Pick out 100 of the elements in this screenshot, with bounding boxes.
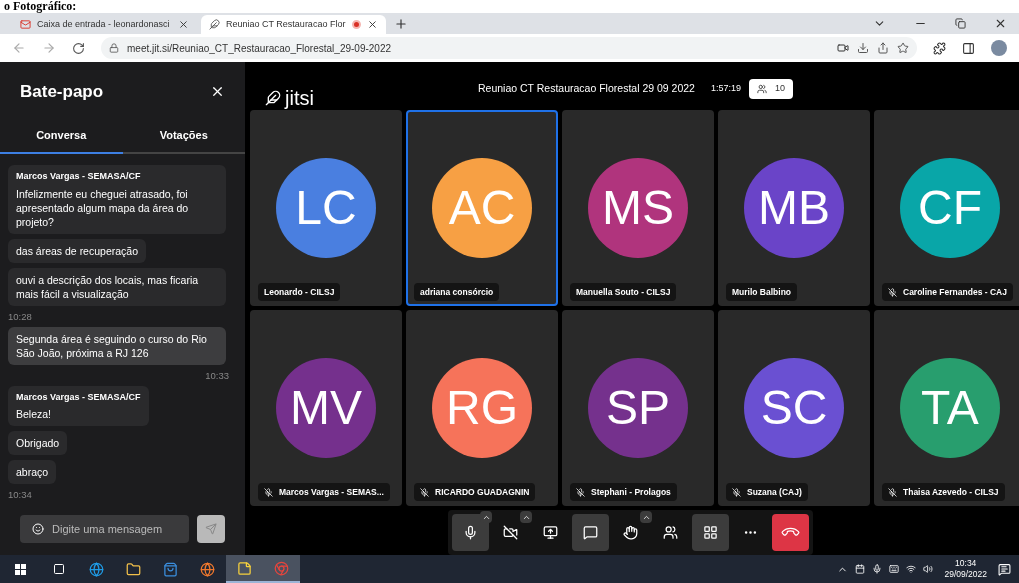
message-placeholder[interactable]: Digite uma mensagem — [52, 520, 172, 538]
avatar-initials: SC — [760, 384, 828, 432]
feather-icon — [265, 90, 281, 106]
close-icon[interactable] — [367, 19, 378, 30]
participant-count: 10 — [774, 82, 785, 96]
participant-name: Murilo Balbino — [732, 285, 792, 299]
participant-name: Marcos Vargas - SEMAS... — [279, 485, 384, 499]
raised-hand-icon — [623, 525, 638, 540]
address-bar[interactable]: meet.jit.si/Reuniao_CT_Restauracao_Florestal_29-09-2022 — [101, 37, 917, 59]
notifications-icon[interactable] — [998, 562, 1011, 576]
chat-tab[interactable]: Conversa — [0, 118, 123, 154]
app-icon — [89, 561, 104, 577]
lock-icon — [109, 43, 119, 53]
mail-icon — [20, 19, 31, 30]
side-panel-icon[interactable] — [962, 41, 975, 55]
close-icon[interactable] — [178, 19, 189, 30]
extensions-icon[interactable] — [933, 41, 946, 55]
tab-title: Caixa de entrada - leonardonasci — [37, 17, 171, 31]
app-icon — [237, 560, 252, 576]
avatar-initials: MS — [602, 184, 674, 232]
muted-mic-icon — [732, 487, 741, 497]
participant-tile[interactable]: RG RICARDO GUADAGNIN — [406, 310, 558, 506]
message-text: Infelizmente eu cheguei atrasado, foi apresentado algum mapa da área do projeto? — [16, 186, 190, 229]
participant-name: Stephani - Prolagos — [591, 485, 671, 499]
toolbar-button[interactable] — [452, 514, 489, 551]
message-text: Segunda área é seguindo o curso do Rio São João, próxima a RJ 126 — [16, 331, 208, 360]
muted-mic-icon — [888, 287, 897, 297]
participant-tile[interactable]: SP Stephani - Prolagos — [562, 310, 714, 506]
avatar-initials: LC — [295, 184, 357, 232]
volume-icon[interactable] — [923, 564, 934, 574]
muted-mic-icon — [264, 487, 273, 497]
message-text: ouvi a descrição dos locais, mas ficaria mais fácil a visualização — [16, 272, 200, 301]
message-time: 10:33 — [205, 369, 230, 381]
avatar-initials: SP — [606, 384, 670, 432]
document-heading: o Fotográfico: — [4, 0, 77, 13]
hang-up-button[interactable] — [772, 514, 809, 551]
participant-tile[interactable]: TA Thaisa Azevedo - CILSJ — [874, 310, 1019, 506]
participant-name: Manuella Souto - CILSJ — [576, 285, 671, 299]
avatar-initials: AC — [448, 184, 516, 232]
chat-tab[interactable]: Votações — [122, 118, 245, 154]
toolbar-button[interactable] — [692, 514, 729, 551]
profile-avatar[interactable] — [991, 40, 1007, 56]
logo-text: jitsi — [285, 88, 314, 108]
meeting-timer: 1:57:19 — [710, 82, 741, 96]
participant-tile[interactable]: MB Murilo Balbino — [718, 110, 870, 306]
emoji-icon[interactable] — [32, 523, 44, 535]
start-icon[interactable] — [14, 563, 26, 575]
muted-mic-icon — [576, 487, 585, 497]
app-icon — [200, 561, 215, 577]
microphone-icon[interactable] — [872, 564, 883, 574]
new-tab-icon[interactable] — [394, 17, 408, 31]
keyboard-icon[interactable] — [889, 564, 900, 574]
muted-mic-icon — [888, 487, 897, 497]
participant-name: adriana consórcio — [420, 285, 494, 299]
participant-name: Suzana (CAJ) — [747, 485, 802, 499]
star-icon[interactable] — [897, 42, 909, 54]
avatar-initials: MB — [758, 184, 830, 232]
install-icon[interactable] — [857, 42, 869, 54]
avatar-initials: TA — [921, 384, 979, 432]
meeting-title: Reuniao CT Restauracao Florestal 29 09 2022 — [478, 81, 695, 97]
restore-icon[interactable] — [955, 18, 966, 29]
browser-tab[interactable]: Reuniao CT Restauracao Flor — [201, 15, 386, 34]
taskbar-app[interactable] — [263, 555, 300, 583]
screen-share-icon — [543, 525, 558, 540]
browser-tab[interactable]: Caixa de entrada - leonardonasci — [12, 15, 197, 34]
camera-icon — [837, 42, 849, 54]
muted-mic-icon — [420, 487, 429, 497]
feather-icon — [209, 19, 220, 30]
participant-tile[interactable]: MV Marcos Vargas - SEMAS... — [250, 310, 402, 506]
avatar-initials: RG — [446, 384, 518, 432]
avatar-initials: MV — [290, 384, 362, 432]
reload-icon[interactable] — [72, 41, 85, 55]
avatar-initials: CF — [918, 184, 982, 232]
message-text: das áreas de recuperação — [16, 243, 138, 258]
clock-date: 29/09/2022 — [944, 569, 987, 580]
message-input[interactable]: Digite uma mensagem — [20, 515, 189, 543]
participant-name: Leonardo - CILSJ — [264, 285, 335, 299]
share-icon[interactable] — [877, 42, 889, 54]
participant-tile[interactable]: LC Leonardo - CILSJ — [250, 110, 402, 306]
message-text: Beleza! — [16, 407, 53, 421]
participant-count-badge[interactable]: 10 — [748, 79, 793, 99]
participant-tile[interactable]: AC adriana consórcio — [406, 110, 558, 306]
sender-name: Marcos Vargas - SEMASA/CF — [16, 170, 142, 183]
url-text: meet.jit.si/Reuniao_CT_Restauracao_Florestal_29-09-2022 — [127, 41, 393, 56]
clock-time: 10:34 — [955, 558, 977, 569]
participant-tile[interactable]: SC Suzana (CAJ) — [718, 310, 870, 506]
camera-off-icon — [503, 525, 518, 540]
microphone-icon — [463, 525, 478, 540]
grid-icon — [703, 525, 718, 540]
app-icon — [163, 561, 178, 577]
close-icon[interactable] — [994, 17, 1007, 30]
wifi-icon[interactable] — [906, 564, 917, 574]
caret-icon[interactable] — [640, 511, 652, 523]
chat-title: Bate-papo — [20, 81, 104, 103]
participant-tile[interactable]: MS Manuella Souto - CILSJ — [562, 110, 714, 306]
taskbar-app[interactable] — [226, 555, 263, 583]
toolbar-button[interactable] — [572, 514, 609, 551]
send-icon — [205, 523, 217, 535]
caret-icon[interactable] — [520, 511, 532, 523]
participant-tile[interactable]: CF Caroline Fernandes - CAJ — [874, 110, 1019, 306]
